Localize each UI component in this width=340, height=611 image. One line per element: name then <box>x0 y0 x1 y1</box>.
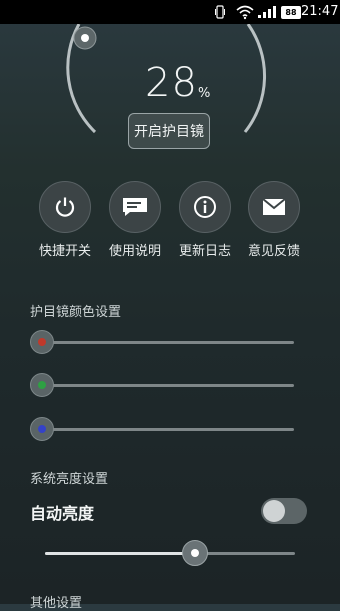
brightness-slider-knob[interactable] <box>182 540 208 566</box>
status-time: 21:47 <box>301 4 339 19</box>
brightness-knob-dot <box>191 549 199 557</box>
changelog-button[interactable] <box>179 181 231 233</box>
blue-slider-knob[interactable] <box>30 417 54 441</box>
toggle-knob <box>263 500 285 522</box>
green-slider-track[interactable] <box>42 384 294 387</box>
percent-unit: % <box>198 86 211 101</box>
brightness-slider-fill <box>45 552 195 555</box>
brightness-settings-title: 系统亮度设置 <box>30 472 109 487</box>
red-slider-track[interactable] <box>42 341 294 344</box>
blue-slider-track[interactable] <box>42 428 294 431</box>
vibrate-icon <box>215 5 225 19</box>
message-icon <box>123 198 147 216</box>
instructions-button[interactable] <box>109 181 161 233</box>
auto-brightness-toggle[interactable] <box>261 498 307 524</box>
battery-icon: 88 <box>281 6 301 19</box>
percent-value: 28 <box>145 60 198 106</box>
mail-icon <box>262 198 286 215</box>
color-settings-title: 护目镜颜色设置 <box>30 305 122 320</box>
auto-brightness-label: 自动亮度 <box>30 504 95 523</box>
quick-switch-button[interactable] <box>39 181 91 233</box>
info-icon <box>194 196 216 218</box>
blue-dot <box>38 425 46 433</box>
quick-switch-label: 快捷开关 <box>38 244 91 259</box>
power-icon <box>55 197 75 217</box>
instructions-label: 使用说明 <box>108 244 161 259</box>
feedback-button[interactable] <box>248 181 300 233</box>
status-bar: 88 21:47 <box>0 0 340 24</box>
changelog-label: 更新日志 <box>178 244 231 259</box>
enable-eye-protection-button[interactable]: 开启护目镜 <box>128 113 210 149</box>
green-slider-knob[interactable] <box>30 373 54 397</box>
red-dot <box>38 338 46 346</box>
feedback-label: 意见反馈 <box>247 244 300 259</box>
green-dot <box>38 381 46 389</box>
red-slider-knob[interactable] <box>30 330 54 354</box>
signal-icon <box>258 6 276 18</box>
gauge-handle[interactable] <box>73 26 97 50</box>
wifi-icon <box>236 5 254 20</box>
other-settings-title: 其他设置 <box>30 596 83 611</box>
